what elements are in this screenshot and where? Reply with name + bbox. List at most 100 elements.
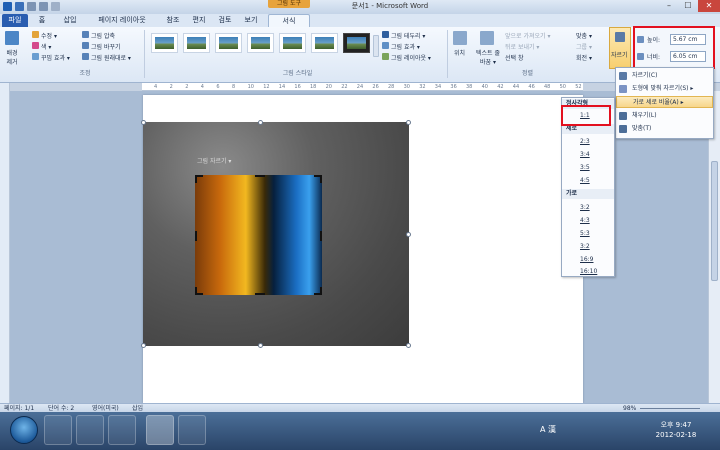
crop-handle[interactable] (195, 287, 203, 295)
tab-references[interactable]: 참조 (162, 14, 184, 27)
picture-style-3[interactable] (215, 33, 242, 53)
picture-style-6[interactable] (311, 33, 338, 53)
ime-indicator[interactable]: A 漢 (540, 424, 556, 435)
tab-home[interactable]: 홈 (34, 14, 50, 27)
crop-handle[interactable] (255, 287, 265, 295)
crop-handle[interactable] (255, 175, 265, 183)
tab-insert[interactable]: 삽입 (58, 14, 82, 27)
shape-icon (619, 85, 627, 93)
minimize-button[interactable]: – (660, 0, 678, 12)
picture-style-5[interactable] (279, 33, 306, 53)
crop-handle[interactable] (314, 287, 322, 295)
wrap-text-button[interactable]: 텍스트 줄 바꿈 ▾ (476, 48, 500, 66)
ruler-number: 46 (528, 84, 535, 90)
ruler-number: 36 (450, 84, 457, 90)
artistic-effects-button[interactable]: 꾸밈 효과 ▾ (41, 53, 70, 62)
reset-picture-icon (82, 53, 89, 60)
change-picture-icon (82, 42, 89, 49)
picture-style-1[interactable] (151, 33, 178, 53)
tab-format[interactable]: 서식 (268, 14, 310, 27)
ruler-number: 14 (278, 84, 286, 90)
align-button[interactable]: 맞춤 ▾ (576, 31, 592, 40)
horizontal-ruler[interactable]: 4 2 2 4 6 8 10 12 14 16 18 20 22 24 26 28 30 32 34 36 38 40 42… (142, 83, 583, 91)
crop-handle[interactable] (314, 231, 322, 241)
bring-forward-button[interactable]: 앞으로 가져오기 ▾ (505, 31, 550, 40)
vertical-ruler[interactable] (0, 83, 10, 403)
zoom-slider[interactable] (640, 408, 700, 409)
picture-style-2[interactable] (183, 33, 210, 53)
tab-view[interactable]: 보기 (240, 14, 262, 27)
rotate-button[interactable]: 회전 ▾ (576, 53, 592, 62)
taskbar-ie-icon[interactable] (76, 415, 104, 445)
maximize-button[interactable]: ☐ (679, 0, 697, 12)
ratio-3-2[interactable]: 3:2 (562, 202, 614, 213)
picture-style-7[interactable] (343, 33, 370, 53)
ratio-16-10[interactable]: 16:10 (562, 266, 614, 277)
menu-item-aspect-ratio[interactable]: 가로 세로 비율(A) ▸ (616, 96, 713, 108)
taskbar-explorer-icon[interactable] (44, 415, 72, 445)
system-clock[interactable]: 오후 9:47 2012-02-18 (644, 420, 708, 440)
redo-icon[interactable] (39, 2, 48, 11)
scrollbar-thumb[interactable] (711, 161, 718, 281)
reset-picture-button[interactable]: 그림 원래대로 ▾ (91, 53, 131, 62)
styles-scroll-icon[interactable] (373, 35, 379, 57)
ratio-3-4[interactable]: 3:4 (562, 149, 614, 160)
position-button[interactable]: 위치 (454, 48, 465, 57)
ratio-2-3[interactable]: 2:3 (562, 136, 614, 147)
remove-background-button[interactable]: 배경 제거 (3, 48, 21, 66)
resize-handle[interactable] (258, 343, 263, 348)
ratio-4-5[interactable]: 4:5 (562, 175, 614, 186)
menu-item-crop[interactable]: 자르기(C) (616, 70, 713, 82)
ruler-number: 22 (341, 84, 348, 90)
resize-handle[interactable] (141, 120, 146, 125)
taskbar-word-icon[interactable] (146, 415, 174, 445)
menu-item-fit[interactable]: 맞춤(T) (616, 123, 713, 135)
resize-handle[interactable] (141, 343, 146, 348)
word-logo-icon[interactable] (3, 2, 12, 11)
tab-page-layout[interactable]: 페이지 레이아웃 (88, 14, 156, 27)
color-button[interactable]: 색 ▾ (41, 42, 51, 51)
crop-handle[interactable] (195, 175, 203, 183)
ratio-3-2-b[interactable]: 3:2 (562, 241, 614, 252)
taskbar-firefox-icon[interactable] (108, 415, 136, 445)
resize-handle[interactable] (406, 120, 411, 125)
picture-effects-button[interactable]: 그림 효과 ▾ (391, 42, 420, 51)
ruler-number: 18 (310, 84, 317, 90)
fire-picture[interactable] (195, 175, 322, 295)
resize-handle[interactable] (406, 343, 411, 348)
ruler-number: 26 (372, 84, 379, 90)
send-backward-button[interactable]: 뒤로 보내기 ▾ (505, 42, 539, 51)
corrections-button[interactable]: 수정 ▾ (41, 31, 57, 40)
resize-handle[interactable] (406, 232, 411, 237)
compress-pictures-button[interactable]: 그림 압축 (91, 31, 115, 40)
close-button[interactable]: ✕ (698, 0, 720, 12)
taskbar-app-icon[interactable] (178, 415, 206, 445)
selection-pane-button[interactable]: 선택 창 (505, 53, 523, 62)
group-button[interactable]: 그룹 ▾ (576, 42, 592, 51)
tab-review[interactable]: 검토 (214, 14, 236, 27)
wrap-text-icon (480, 31, 494, 45)
ratio-5-3[interactable]: 5:3 (562, 228, 614, 239)
picture-layout-button[interactable]: 그림 레이아웃 ▾ (391, 53, 431, 62)
resize-handle[interactable] (258, 120, 263, 125)
ratio-3-5[interactable]: 3:5 (562, 162, 614, 173)
undo-icon[interactable] (27, 2, 36, 11)
quick-access-more-icon[interactable] (51, 2, 60, 11)
save-icon[interactable] (15, 2, 24, 11)
picture-style-4[interactable] (247, 33, 274, 53)
ratio-16-9[interactable]: 16:9 (562, 254, 614, 265)
compress-icon (82, 31, 89, 38)
fit-icon (619, 125, 627, 133)
tab-file[interactable]: 파일 (2, 14, 28, 27)
crop-handle[interactable] (314, 175, 322, 183)
picture-border-button[interactable]: 그림 테두리 ▾ (391, 31, 425, 40)
ruler-number: 44 (512, 84, 520, 90)
start-button[interactable] (10, 416, 38, 444)
menu-item-fill[interactable]: 채우기(L) (616, 110, 713, 122)
menu-item-crop-to-shape[interactable]: 도형에 맞춰 자르기(S) ▸ (616, 83, 713, 95)
ratio-4-3[interactable]: 4:3 (562, 215, 614, 226)
crop-button[interactable]: 자르기 (609, 27, 631, 69)
tab-mailings[interactable]: 편지 (188, 14, 210, 27)
crop-handle[interactable] (195, 231, 203, 241)
change-picture-button[interactable]: 그림 바꾸기 (91, 42, 121, 51)
